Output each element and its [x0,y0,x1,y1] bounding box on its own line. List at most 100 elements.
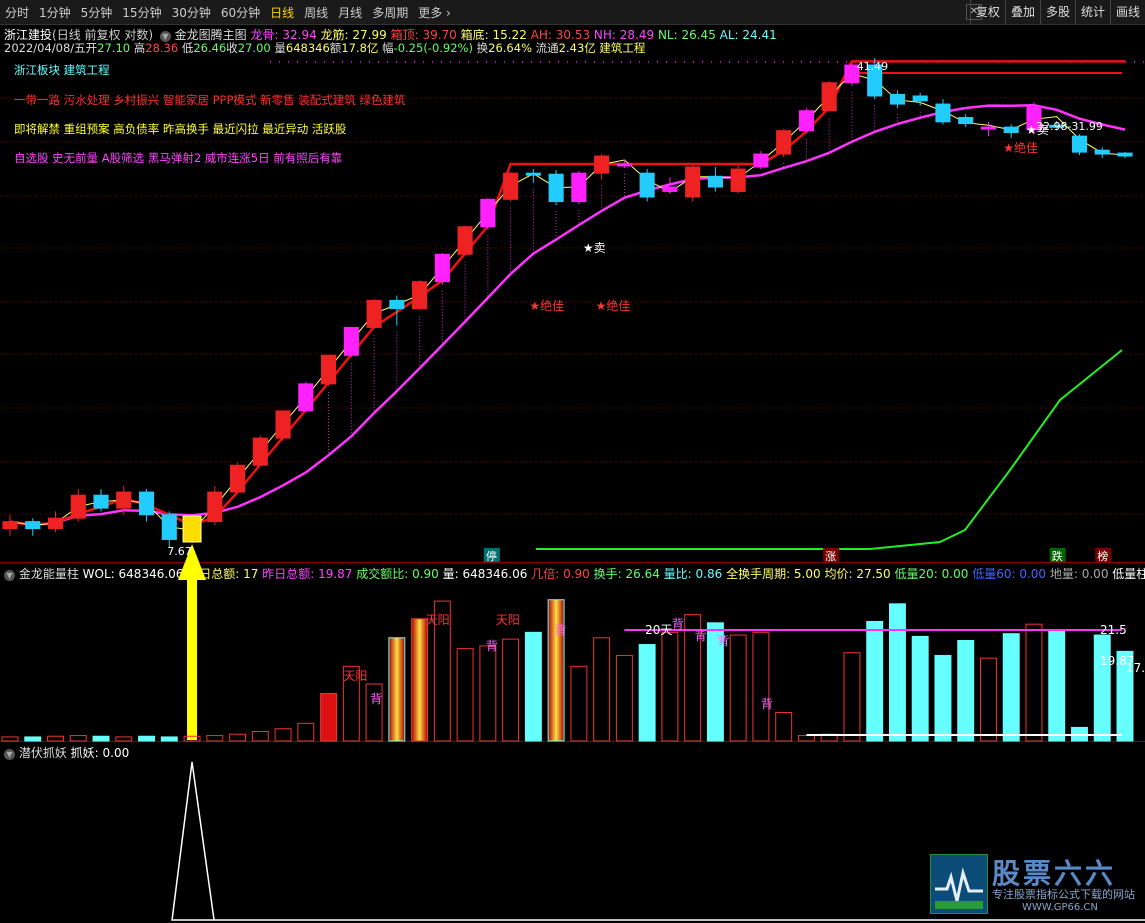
candle-body [321,354,337,385]
candle-body [207,491,223,523]
candle-body [70,494,86,519]
candle-body [116,491,132,509]
candle-body [776,130,792,155]
ma-long-line [9,104,1126,527]
candle-body [343,326,359,356]
candle-body [639,172,655,198]
volume-bar [1093,634,1111,742]
volume-bar [797,735,815,742]
tianyang-label: 天阳 [496,613,520,627]
sell-signal-label: ★卖 [1026,123,1049,137]
vol-level-label: 21.5 [1100,623,1127,637]
high-price-label: 41.49 [857,60,889,73]
volume-bar [138,735,155,742]
volume-bar [911,635,929,742]
volume-bar [570,665,588,742]
volume-bar [843,652,861,742]
candle-body [480,198,496,228]
bei-label: 背 [554,623,566,637]
volume-bar [297,722,315,742]
watermark-subtitle: 专注股票指标公式下载的网站 [992,888,1135,901]
candle-body [412,281,428,310]
candle-body [275,410,291,439]
twenty-day-label: 20天 [645,623,672,637]
candle-body [980,126,997,130]
ma-short-line [9,73,1126,531]
up-arrow-icon [178,544,207,740]
watermark: 股票六六 专注股票指标公式下载的网站 WWW.GP66.CN [926,852,1145,920]
volume-bar [729,634,747,742]
candle-body [47,517,64,530]
signal-label: ★绝佳 [1003,140,1038,155]
price-lines [9,60,1126,550]
green-curve [536,349,1123,550]
candle-body [798,110,814,132]
volume-bar [638,644,656,742]
volume-bar [615,654,633,742]
volume-bar [251,730,269,742]
candle-body [912,95,928,102]
candle-body [1071,135,1088,153]
trend-red-line [9,60,1125,527]
candle-body [93,494,109,509]
candle-body [730,168,746,192]
candle-body [1117,152,1133,157]
price-labels: 7.6741.4932.98-31.99★卖★卖★绝佳 ★绝佳★绝佳停涨跌榜 [167,60,1112,563]
volume-bar [866,620,884,742]
volume-bar [1048,629,1066,742]
price-grid [0,97,1145,515]
candle-body [161,514,177,540]
candle-body [571,172,587,203]
chart-canvas[interactable]: 7.6741.4932.98-31.99★卖★卖★绝佳 ★绝佳★绝佳停涨跌榜 天阳… [0,0,1145,923]
volume-bar [775,711,793,742]
low-price-label: 7.67 [167,545,192,558]
tag-label: 停 [486,549,497,563]
candle-body [707,175,723,188]
volume-bar [479,645,497,742]
candle-body [958,117,974,125]
volume-bar [547,599,565,742]
candle-body [935,103,951,123]
volume-bar [229,733,247,742]
volume-bar [502,638,520,742]
volume-bar [160,736,178,742]
bei-label: 背 [486,639,498,653]
candle-body [1094,149,1110,155]
volume-bar [47,735,64,742]
volume-bar [752,631,770,742]
bei-label: 背 [672,617,684,631]
volume-bar [92,735,110,742]
candle-body [25,521,41,530]
candle-body [1003,126,1019,133]
volume-bar [456,648,474,742]
candle-body [434,253,450,283]
volume-bar [593,637,611,742]
tianyang-label: 天阳 [426,613,450,627]
candle-body [594,155,610,174]
candle-body [138,491,155,516]
volume-bar [24,736,42,742]
volume-bar [411,618,429,742]
volume-bar [69,735,87,742]
vol-level-label: 17.8 [1126,661,1145,675]
signal-label: ★绝佳 [596,298,631,313]
candle-body [753,153,769,168]
volume-bar [980,657,997,742]
tianyang-label: 天阳 [343,669,367,683]
volume-bar [957,639,975,742]
candles [2,58,1133,740]
volume-bar [1025,623,1043,742]
candle-body [389,299,405,310]
volume-bar [320,692,338,742]
bei-label: 背 [695,629,707,643]
candle-body [889,93,906,105]
volume-bar [274,728,292,742]
watermark-url: WWW.GP66.CN [1022,902,1098,913]
candle-body [821,82,837,112]
tag-label: 榜 [1097,549,1108,563]
candle-body [503,172,519,200]
candle-body [2,521,18,530]
volume-bar [115,736,133,742]
candle-body [229,464,246,493]
signal-label: ★绝佳 [529,298,564,313]
